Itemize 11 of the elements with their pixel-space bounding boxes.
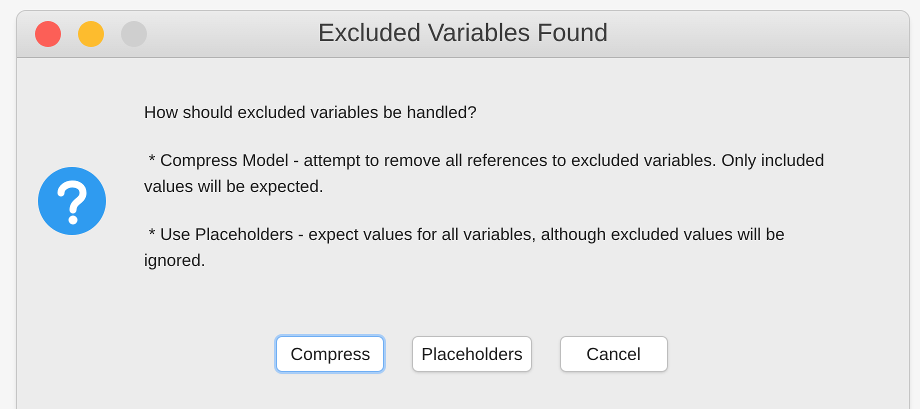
dialog-button[interactable]: Cancel [560, 336, 668, 372]
option-description: * Use Placeholders - expect values for all variables, although excluded values will be ignored. [144, 224, 786, 272]
window-title: Excluded Variables Found [318, 18, 608, 50]
option-description: * Compress Model - attempt to remove all references to excluded variables. Only included values will be expected. [144, 150, 826, 198]
window-control-button[interactable] [78, 21, 104, 47]
dialog-button[interactable]: Placeholders [412, 336, 532, 372]
dialog-button[interactable]: Compress [276, 336, 384, 372]
question-text: How should excluded variables be handled? [144, 102, 478, 124]
window-control-button[interactable] [121, 21, 147, 47]
question-icon [37, 166, 107, 236]
window-control-button[interactable] [35, 21, 61, 47]
